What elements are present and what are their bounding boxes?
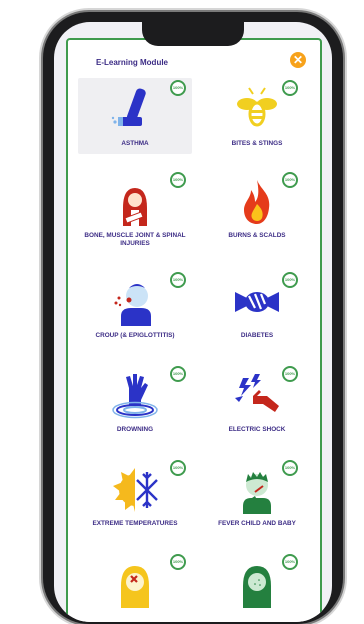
progress-text: 100% xyxy=(172,559,184,564)
progress-badge: 100% xyxy=(170,172,186,188)
progress-badge: 100% xyxy=(282,460,298,476)
module-label: BONE, MUSCLE JOINT & SPINAL INJURIES xyxy=(84,232,186,247)
module-label: ELECTRIC SHOCK xyxy=(228,426,286,433)
flame-icon xyxy=(244,180,270,224)
phone-notch xyxy=(142,22,244,46)
progress-text: 100% xyxy=(172,177,184,182)
sun-snowflake-icon xyxy=(113,468,158,512)
phone-screen: E-Learning Module ✕ ASTHMA BITES & STING… xyxy=(54,22,332,622)
progress-badge: 100% xyxy=(282,172,298,188)
person-icon xyxy=(121,566,149,608)
progress-badge: 100% xyxy=(170,460,186,476)
progress-text: 100% xyxy=(172,371,184,376)
module-label: DROWNING xyxy=(116,426,154,433)
module-label: BITES & STINGS xyxy=(231,140,283,147)
close-icon: ✕ xyxy=(292,53,304,67)
progress-badge: 100% xyxy=(282,366,298,382)
close-button[interactable]: ✕ xyxy=(290,52,306,68)
progress-badge: 100% xyxy=(170,272,186,288)
fever-child-icon xyxy=(243,472,271,514)
progress-text: 100% xyxy=(172,465,184,470)
progress-badge: 100% xyxy=(282,554,298,570)
module-panel: E-Learning Module ✕ ASTHMA BITES & STING… xyxy=(66,38,322,622)
progress-text: 100% xyxy=(172,85,184,90)
progress-badge: 100% xyxy=(170,366,186,382)
coughing-child-icon xyxy=(114,284,151,326)
progress-text: 100% xyxy=(284,277,296,282)
progress-text: 100% xyxy=(284,177,296,182)
progress-text: 100% xyxy=(284,559,296,564)
module-label: EXTREME TEMPERATURES xyxy=(92,520,178,527)
module-label: ASTHMA xyxy=(121,140,149,147)
page-title: E-Learning Module xyxy=(96,58,168,67)
module-label: FEVER CHILD AND BABY xyxy=(218,520,296,527)
drowning-hand-icon xyxy=(112,374,158,419)
progress-badge: 100% xyxy=(170,554,186,570)
injured-person-icon xyxy=(123,188,147,226)
mute-switch xyxy=(39,100,42,126)
module-label: DIABETES xyxy=(240,332,274,339)
module-label: CROUP (& EPIGLOTTITIS) xyxy=(95,332,175,339)
progress-badge: 100% xyxy=(282,272,298,288)
power-button xyxy=(343,160,346,222)
candy-icon xyxy=(235,292,279,312)
progress-badge: 100% xyxy=(170,80,186,96)
progress-text: 100% xyxy=(284,85,296,90)
progress-badge: 100% xyxy=(282,80,298,96)
inhaler-icon xyxy=(111,88,146,126)
electric-shock-icon xyxy=(235,374,279,412)
progress-text: 100% xyxy=(284,371,296,376)
person-icon xyxy=(243,566,271,608)
volume-up-button xyxy=(39,140,42,184)
volume-down-button xyxy=(39,192,42,236)
bee-icon xyxy=(237,87,277,127)
progress-text: 100% xyxy=(284,465,296,470)
module-label: BURNS & SCALDS xyxy=(228,232,286,239)
progress-text: 100% xyxy=(172,277,184,282)
